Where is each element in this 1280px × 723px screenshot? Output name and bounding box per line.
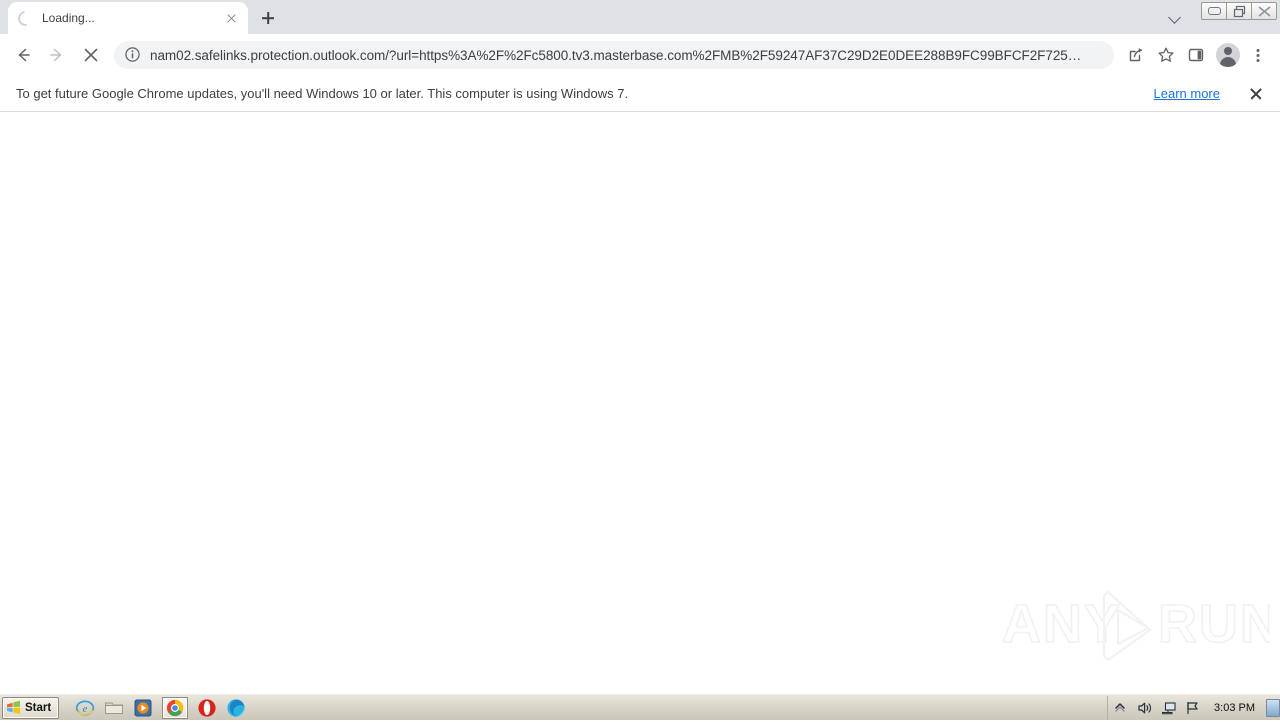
taskbar-windows-explorer[interactable]	[104, 698, 124, 718]
url-text: nam02.safelinks.protection.outlook.com/?…	[150, 47, 1082, 63]
watermark-play-logo	[1102, 590, 1152, 662]
profile-avatar[interactable]	[1216, 43, 1240, 67]
address-bar[interactable]: nam02.safelinks.protection.outlook.com/?…	[114, 41, 1114, 69]
star-icon	[1158, 47, 1174, 62]
taskbar-microsoft-edge[interactable]	[226, 698, 246, 718]
taskbar-google-chrome[interactable]	[162, 696, 189, 719]
forward-arrow-icon	[50, 48, 62, 62]
action-center-icon[interactable]	[1185, 700, 1201, 716]
close-icon	[1252, 3, 1276, 19]
minimize-icon	[1202, 3, 1226, 19]
tab-title: Loading...	[42, 11, 95, 25]
menu-dot	[1256, 54, 1260, 57]
forward-button[interactable]	[42, 40, 72, 70]
taskbar-clock[interactable]: 3:03 PM	[1209, 702, 1260, 714]
side-panel-icon	[1188, 48, 1204, 62]
start-label: Start	[25, 701, 52, 714]
dismiss-notification-icon[interactable]	[1246, 84, 1266, 104]
edge-icon	[227, 698, 245, 717]
media-player-icon	[134, 699, 152, 716]
tab-strip: Loading...	[0, 0, 1280, 34]
close-tab-icon[interactable]	[222, 9, 240, 27]
side-panel-button[interactable]	[1182, 41, 1210, 69]
browser-tab-active[interactable]: Loading...	[8, 2, 248, 34]
stop-x-icon	[84, 48, 98, 62]
watermark-text-any: ANY	[1002, 594, 1122, 654]
stop-loading-button[interactable]	[76, 40, 106, 70]
taskbar-media-player[interactable]	[133, 698, 153, 718]
internet-explorer-icon: e	[76, 700, 95, 715]
chevron-up-icon	[1115, 702, 1125, 712]
browser-toolbar: nam02.safelinks.protection.outlook.com/?…	[0, 34, 1280, 76]
show-hidden-icons-button[interactable]	[1113, 700, 1129, 716]
menu-dot	[1256, 49, 1260, 52]
show-desktop-button[interactable]	[1266, 698, 1280, 717]
window-controls	[1201, 2, 1277, 20]
loading-spinner-icon	[15, 7, 36, 29]
anyrun-watermark: ANY RUN	[1000, 580, 1280, 666]
restore-icon	[1227, 3, 1251, 19]
notification-message: To get future Google Chrome updates, you…	[16, 86, 629, 101]
page-content: ANY RUN	[0, 112, 1280, 694]
browser-window: Loading... nam02.safelinks.protection.ou…	[0, 0, 1280, 694]
restore-button[interactable]	[1226, 2, 1252, 20]
new-tab-button[interactable]	[254, 4, 282, 32]
start-button[interactable]: Start	[2, 696, 60, 719]
menu-dot	[1256, 59, 1260, 62]
network-icon[interactable]	[1161, 700, 1177, 716]
opera-icon	[198, 698, 216, 717]
folder-icon	[105, 702, 124, 714]
chrome-icon	[167, 699, 184, 716]
chrome-menu-button[interactable]	[1244, 41, 1272, 69]
volume-icon[interactable]	[1137, 700, 1153, 716]
update-notification-bar: To get future Google Chrome updates, you…	[0, 76, 1280, 112]
minimize-button[interactable]	[1201, 2, 1227, 20]
site-info-icon[interactable]	[124, 46, 142, 64]
learn-more-link[interactable]: Learn more	[1154, 86, 1220, 101]
windows-taskbar: Start e 3:03 PM	[0, 694, 1280, 720]
close-button[interactable]	[1251, 2, 1277, 20]
share-button[interactable]	[1122, 41, 1150, 69]
taskbar-opera[interactable]	[197, 698, 217, 718]
watermark-text-run: RUN	[1158, 594, 1270, 654]
svg-text:e: e	[83, 704, 88, 715]
back-arrow-icon	[18, 48, 30, 62]
system-tray: 3:03 PM	[1107, 695, 1264, 720]
share-icon	[1129, 48, 1143, 62]
back-button[interactable]	[8, 40, 38, 70]
chevron-down-icon[interactable]	[1164, 6, 1188, 28]
quick-launch-bar: e	[75, 696, 246, 719]
bookmark-button[interactable]	[1152, 41, 1180, 69]
windows-logo-icon	[7, 700, 20, 714]
taskbar-internet-explorer[interactable]: e	[75, 698, 95, 718]
